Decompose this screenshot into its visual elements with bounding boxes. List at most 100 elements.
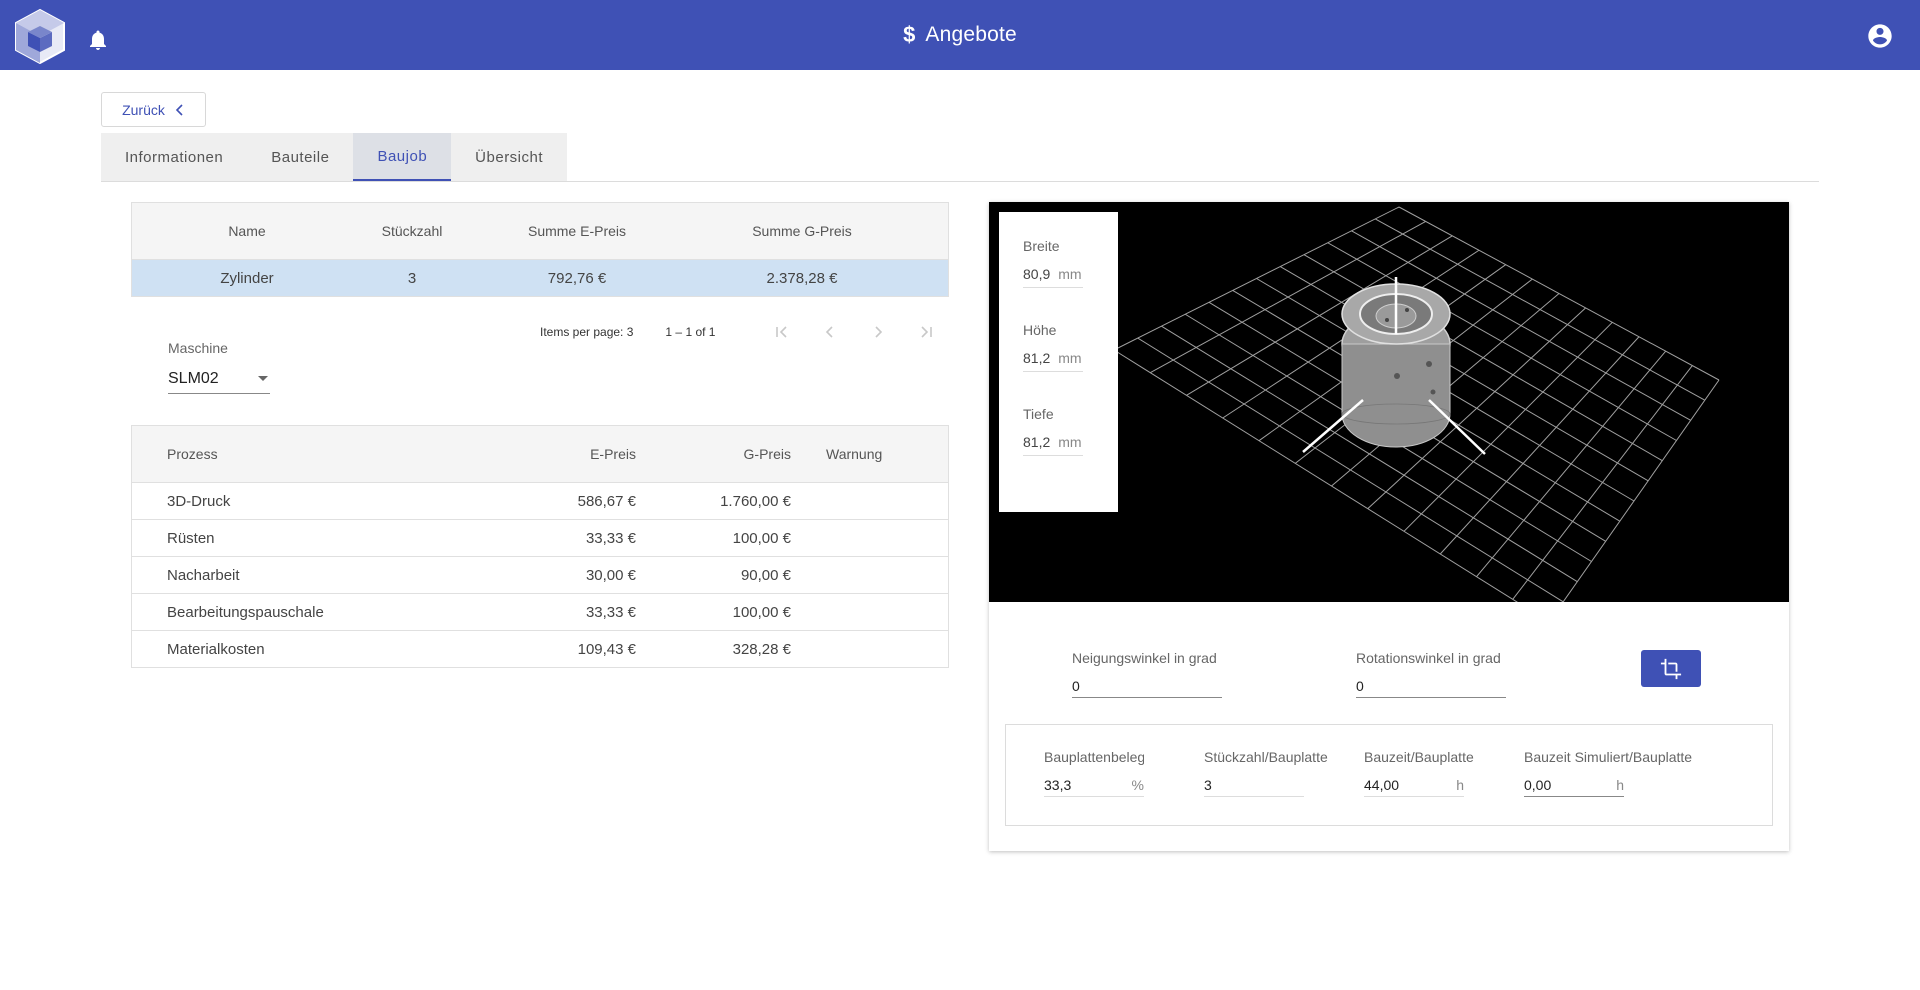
grid-line — [1113, 349, 1518, 602]
breite-label: Breite — [1023, 238, 1060, 254]
table-row[interactable]: Rüsten 33,33 € 100,00 € — [132, 519, 948, 556]
cell-process: Nacharbeit — [167, 566, 240, 584]
3d-viewer[interactable]: Breite 80,9 mm Höhe 81,2 mm Tiefe 81,2 mm — [989, 202, 1789, 602]
col-header-name[interactable]: Name — [132, 223, 362, 239]
cell-process: Rüsten — [167, 529, 215, 547]
crop-icon — [1660, 658, 1682, 679]
breite-unit: mm — [1058, 266, 1082, 282]
belegung-label: Bauplattenbelegung — [1044, 749, 1144, 765]
next-page-button[interactable] — [866, 320, 890, 344]
previous-page-button[interactable] — [818, 320, 842, 344]
belegung-field: Bauplattenbelegung 33,3% — [1044, 749, 1144, 797]
parts-table-header: Name Stückzahl Summe E-Preis Summe G-Pre… — [132, 203, 948, 259]
back-button-label: Zurück — [122, 101, 165, 118]
hoehe-label: Höhe — [1023, 322, 1057, 338]
page-title-group: $ Angebote — [0, 0, 1920, 70]
rotation-field: Rotationswinkel in grad 0 — [1356, 650, 1506, 698]
account-icon[interactable] — [1866, 22, 1894, 50]
bauzeit-sim-field: Bauzeit Simuliert/Bauplatte 0,00 h — [1524, 749, 1692, 797]
first-page-button[interactable] — [770, 320, 794, 344]
first-page-icon — [776, 326, 787, 338]
neigung-field: Neigungswinkel in grad 0 — [1072, 650, 1222, 698]
table-row[interactable]: Zylinder 3 792,76 € 2.378,28 € — [132, 259, 948, 296]
tiefe-label: Tiefe — [1023, 406, 1054, 422]
col-header-warnung[interactable]: Warnung — [797, 446, 927, 462]
hoehe-field: 81,2 mm — [1023, 350, 1083, 372]
table-row[interactable]: Materialkosten 109,43 € 328,28 € — [132, 630, 948, 667]
tiefe-value: 81,2 — [1023, 434, 1051, 450]
rotation-label: Rotationswinkel in grad — [1356, 650, 1501, 666]
cell-process: 3D-Druck — [167, 492, 231, 510]
cell-e-preis: 33,33 € — [585, 529, 636, 547]
paginator: Items per page: 3 1 – 1 of 1 — [540, 322, 715, 342]
cell-e-preis: 30,00 € — [585, 566, 636, 584]
neigung-value: 0 — [1072, 678, 1080, 694]
belegung-input[interactable]: 33,3% — [1044, 777, 1144, 797]
bauzeit-field: Bauzeit/Bauplatte 44,00 h — [1364, 749, 1474, 797]
dimensions-card: Breite 80,9 mm Höhe 81,2 mm Tiefe 81,2 mm — [999, 212, 1118, 512]
rotation-value: 0 — [1356, 678, 1364, 694]
machine-label: Maschine — [168, 340, 228, 356]
grid-line — [1562, 379, 1720, 602]
cell-g-preis: 328,28 € — [732, 640, 791, 658]
back-button[interactable]: Zurück — [101, 92, 206, 127]
chevron-right-icon — [875, 326, 883, 338]
cell-sum-e: 792,76 € — [547, 269, 607, 287]
col-header-stueckzahl[interactable]: Stückzahl — [362, 223, 462, 239]
col-header-prozess[interactable]: Prozess — [132, 446, 432, 462]
hoehe-unit: mm — [1058, 350, 1082, 366]
tab-bauteile[interactable]: Bauteile — [247, 133, 354, 181]
grid-line — [1512, 365, 1693, 600]
cell-g-preis: 100,00 € — [732, 529, 791, 547]
stueckzahl-field: Stückzahl/Bauplatte 3 — [1204, 749, 1328, 797]
table-row[interactable]: Nacharbeit 30,00 € 90,00 € — [132, 556, 948, 593]
bauzeit-unit: h — [1456, 777, 1464, 793]
bauzeit-label: Bauzeit/Bauplatte — [1364, 749, 1474, 765]
stueckzahl-input[interactable]: 3 — [1204, 777, 1304, 797]
bauzeit-value: 44,00 — [1364, 777, 1400, 793]
cell-g-preis: 1.760,00 € — [720, 492, 791, 510]
cell-qty: 3 — [407, 269, 417, 287]
stueckzahl-value: 3 — [1204, 777, 1212, 793]
grid-line — [1476, 350, 1667, 577]
table-row[interactable]: Bearbeitungspauschale 33,33 € 100,00 € — [132, 593, 948, 630]
rotation-input[interactable]: 0 — [1356, 678, 1506, 698]
page-title: Angebote — [925, 23, 1017, 46]
cell-e-preis: 586,67 € — [577, 492, 636, 510]
machine-select[interactable]: SLM02 — [168, 364, 270, 394]
tab-baujob[interactable]: Baujob — [353, 133, 452, 181]
chevron-left-icon — [825, 326, 833, 338]
items-per-page-label: Items per page: — [540, 325, 624, 339]
cell-e-preis: 33,33 € — [585, 603, 636, 621]
last-page-icon — [921, 326, 932, 338]
tab-bar: Informationen Bauteile Baujob Übersicht — [101, 133, 568, 181]
cell-g-preis: 90,00 € — [740, 566, 791, 584]
tab-informationen[interactable]: Informationen — [101, 133, 248, 181]
last-page-button[interactable] — [914, 320, 938, 344]
tiefe-field: 81,2 mm — [1023, 434, 1083, 456]
machine-select-value: SLM02 — [168, 369, 219, 387]
paginator-range: 1 – 1 of 1 — [665, 325, 716, 339]
bauplatte-box: Bauplattenbelegung 33,3% Stückzahl/Baupl… — [1005, 724, 1773, 826]
belegung-value: 33,3 — [1044, 777, 1072, 793]
col-header-e-preis[interactable]: E-Preis — [432, 446, 642, 462]
tiefe-unit: mm — [1058, 434, 1082, 450]
bauzeit-sim-input[interactable]: 0,00 h — [1524, 777, 1624, 797]
cell-name: Zylinder — [220, 269, 274, 287]
col-header-summe-g-preis[interactable]: Summe G-Preis — [692, 223, 912, 239]
col-header-summe-e-preis[interactable]: Summe E-Preis — [462, 223, 692, 239]
tab-uebersicht[interactable]: Übersicht — [451, 133, 568, 181]
dropdown-arrow-icon — [258, 376, 268, 381]
tab-divider — [101, 181, 1819, 182]
crop-button[interactable] — [1641, 650, 1701, 687]
table-row[interactable]: 3D-Druck 586,67 € 1.760,00 € — [132, 482, 948, 519]
cell-sum-g: 2.378,28 € — [766, 269, 838, 287]
parts-table: Name Stückzahl Summe E-Preis Summe G-Pre… — [131, 202, 949, 297]
bauzeit-sim-unit: h — [1616, 777, 1624, 793]
items-per-page-value[interactable]: 3 — [627, 325, 634, 339]
neigung-label: Neigungswinkel in grad — [1072, 650, 1217, 666]
hoehe-value: 81,2 — [1023, 350, 1051, 366]
neigung-input[interactable]: 0 — [1072, 678, 1222, 698]
col-header-g-preis[interactable]: G-Preis — [642, 446, 797, 462]
bauzeit-input[interactable]: 44,00 h — [1364, 777, 1464, 797]
